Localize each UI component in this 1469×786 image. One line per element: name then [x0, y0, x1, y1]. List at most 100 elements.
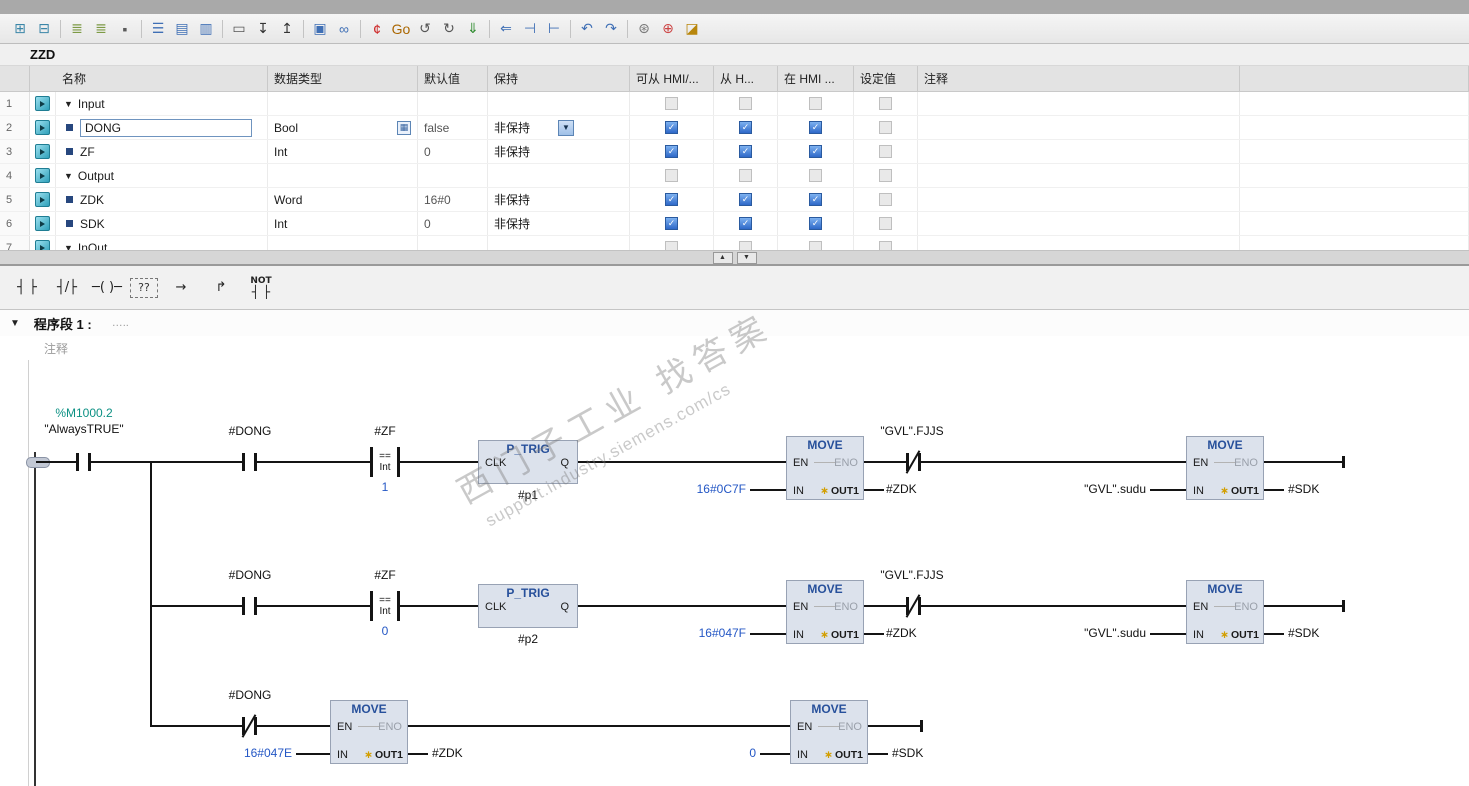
- network-collapse-icon[interactable]: ▼: [10, 318, 20, 329]
- out1-pin[interactable]: ∗ OUT1: [820, 485, 859, 497]
- hmi-visible-checkbox[interactable]: ✓: [809, 193, 822, 206]
- constant-label[interactable]: 16#047F: [650, 626, 746, 640]
- operand-label[interactable]: #ZDK: [432, 746, 492, 760]
- operand-label[interactable]: #SDK: [1288, 626, 1348, 640]
- contact-bar[interactable]: [76, 453, 79, 471]
- in-pin[interactable]: IN: [337, 749, 348, 761]
- header-hmi-visible[interactable]: 在 HMI ...: [778, 66, 854, 91]
- out1-pin[interactable]: ∗ OUT1: [820, 629, 859, 641]
- not-contact-button[interactable]: NOT ┤ ├: [244, 274, 278, 302]
- hmi-accessible-checkbox[interactable]: [665, 169, 678, 182]
- type-picker-icon[interactable]: ▦: [397, 120, 411, 135]
- instance-label[interactable]: #p1: [478, 488, 578, 502]
- type-cell[interactable]: [268, 236, 418, 250]
- connection-icon[interactable]: ⊕: [657, 18, 679, 40]
- operand-label[interactable]: #ZDK: [886, 482, 946, 496]
- hmi-accessible-checkbox[interactable]: [665, 241, 678, 250]
- en-pin[interactable]: EN: [793, 601, 808, 613]
- eno-pin[interactable]: ENO: [1234, 457, 1258, 469]
- download-values-icon[interactable]: ↧: [252, 18, 274, 40]
- eno-pin[interactable]: ENO: [378, 721, 402, 733]
- q-pin[interactable]: Q: [560, 457, 569, 469]
- comment-cell[interactable]: [918, 188, 1240, 211]
- operand-label[interactable]: #DONG: [214, 688, 286, 702]
- retain-cell[interactable]: 非保持 ▼: [488, 116, 630, 139]
- comment-cell[interactable]: [918, 92, 1240, 115]
- comment-cell[interactable]: [918, 140, 1240, 163]
- en-pin[interactable]: EN: [1193, 457, 1208, 469]
- type-cell[interactable]: Word: [268, 188, 418, 211]
- default-cell[interactable]: [418, 236, 488, 250]
- setpoint-checkbox[interactable]: [879, 217, 892, 230]
- retain-dropdown-icon[interactable]: ▼: [558, 119, 575, 136]
- operand-label[interactable]: #ZDK: [886, 626, 946, 640]
- align-left-icon[interactable]: ⊣: [519, 18, 541, 40]
- compare-box[interactable]: == Int: [370, 447, 400, 477]
- type-cell[interactable]: Bool ▦: [268, 116, 418, 139]
- operand-label[interactable]: #DONG: [214, 568, 286, 582]
- goto-last-icon[interactable]: ↷: [600, 18, 622, 40]
- insert-row-icon[interactable]: ⊞: [9, 18, 31, 40]
- hmi-accessible-checkbox[interactable]: ✓: [665, 193, 678, 206]
- apply-snapshot-icon[interactable]: ▥: [195, 18, 217, 40]
- splitter-down-button[interactable]: ▼: [736, 251, 757, 264]
- eno-pin[interactable]: ENO: [1234, 601, 1258, 613]
- default-cell[interactable]: 0: [418, 212, 488, 235]
- eno-pin[interactable]: ENO: [838, 721, 862, 733]
- header-default-value[interactable]: 默认值: [418, 66, 488, 91]
- eno-pin[interactable]: ENO: [834, 601, 858, 613]
- hmi-accessible-checkbox[interactable]: ✓: [665, 217, 678, 230]
- default-cell[interactable]: [418, 164, 488, 187]
- expand-triangle-icon[interactable]: ▼: [64, 171, 73, 181]
- en-pin[interactable]: EN: [1193, 601, 1208, 613]
- instance-label[interactable]: #p2: [478, 632, 578, 646]
- operand-label[interactable]: #ZF: [352, 568, 418, 582]
- break-call-icon[interactable]: ¢: [366, 18, 388, 40]
- type-cell[interactable]: [268, 164, 418, 187]
- hmi-accessible-checkbox[interactable]: ✓: [665, 145, 678, 158]
- retain-cell[interactable]: [488, 236, 630, 250]
- operand-label[interactable]: #DONG: [214, 424, 286, 438]
- out1-pin[interactable]: ∗ OUT1: [1220, 485, 1259, 497]
- comment-cell[interactable]: [918, 236, 1240, 250]
- retain-cell[interactable]: [488, 164, 630, 187]
- type-cell[interactable]: [268, 92, 418, 115]
- header-hmi-writable[interactable]: 从 H...: [714, 66, 778, 91]
- q-pin[interactable]: Q: [560, 601, 569, 613]
- en-pin[interactable]: EN: [793, 457, 808, 469]
- network-title[interactable]: 程序段 1 :: [34, 314, 92, 333]
- move-block[interactable]: MOVE EN ENO IN ∗ OUT1: [1186, 580, 1264, 644]
- operand-label[interactable]: "AlwaysTRUE": [30, 422, 138, 436]
- out1-pin[interactable]: ∗ OUT1: [364, 749, 403, 761]
- hmi-accessible-checkbox[interactable]: ✓: [665, 121, 678, 134]
- default-cell[interactable]: [418, 92, 488, 115]
- in-pin[interactable]: IN: [797, 749, 808, 761]
- reset-start-values-icon[interactable]: ≣: [66, 18, 88, 40]
- compare-type[interactable]: Int: [379, 462, 390, 473]
- align-right-icon[interactable]: ⊢: [543, 18, 565, 40]
- name-cell[interactable]: ▼ Output: [56, 164, 268, 187]
- hmi-accessible-checkbox[interactable]: [665, 97, 678, 110]
- add-output-icon[interactable]: ∗: [1220, 629, 1229, 641]
- compile-icon[interactable]: ⇓: [462, 18, 484, 40]
- upload-values-icon[interactable]: ↥: [276, 18, 298, 40]
- contact-bar[interactable]: [242, 453, 245, 471]
- setpoint-checkbox[interactable]: [879, 121, 892, 134]
- operand-label[interactable]: #SDK: [892, 746, 952, 760]
- name-cell[interactable]: ▼ Input: [56, 92, 268, 115]
- retain-cell[interactable]: 非保持: [488, 188, 630, 211]
- move-block[interactable]: MOVE EN ENO IN ∗ OUT1: [1186, 436, 1264, 500]
- en-pin[interactable]: EN: [797, 721, 812, 733]
- no-contact-button[interactable]: ┤ ├: [10, 274, 44, 302]
- add-output-icon[interactable]: ∗: [820, 629, 829, 641]
- edit-db-icon[interactable]: ◪: [681, 18, 703, 40]
- clk-pin[interactable]: CLK: [485, 601, 506, 613]
- eno-pin[interactable]: ENO: [834, 457, 858, 469]
- en-pin[interactable]: EN: [337, 721, 352, 733]
- in-pin[interactable]: IN: [793, 629, 804, 641]
- add-output-icon[interactable]: ∗: [824, 749, 833, 761]
- name-cell[interactable]: DONG: [56, 116, 268, 139]
- settings-icon[interactable]: ⊛: [633, 18, 655, 40]
- coil-button[interactable]: ─( )─: [90, 274, 124, 302]
- retain-cell[interactable]: 非保持: [488, 140, 630, 163]
